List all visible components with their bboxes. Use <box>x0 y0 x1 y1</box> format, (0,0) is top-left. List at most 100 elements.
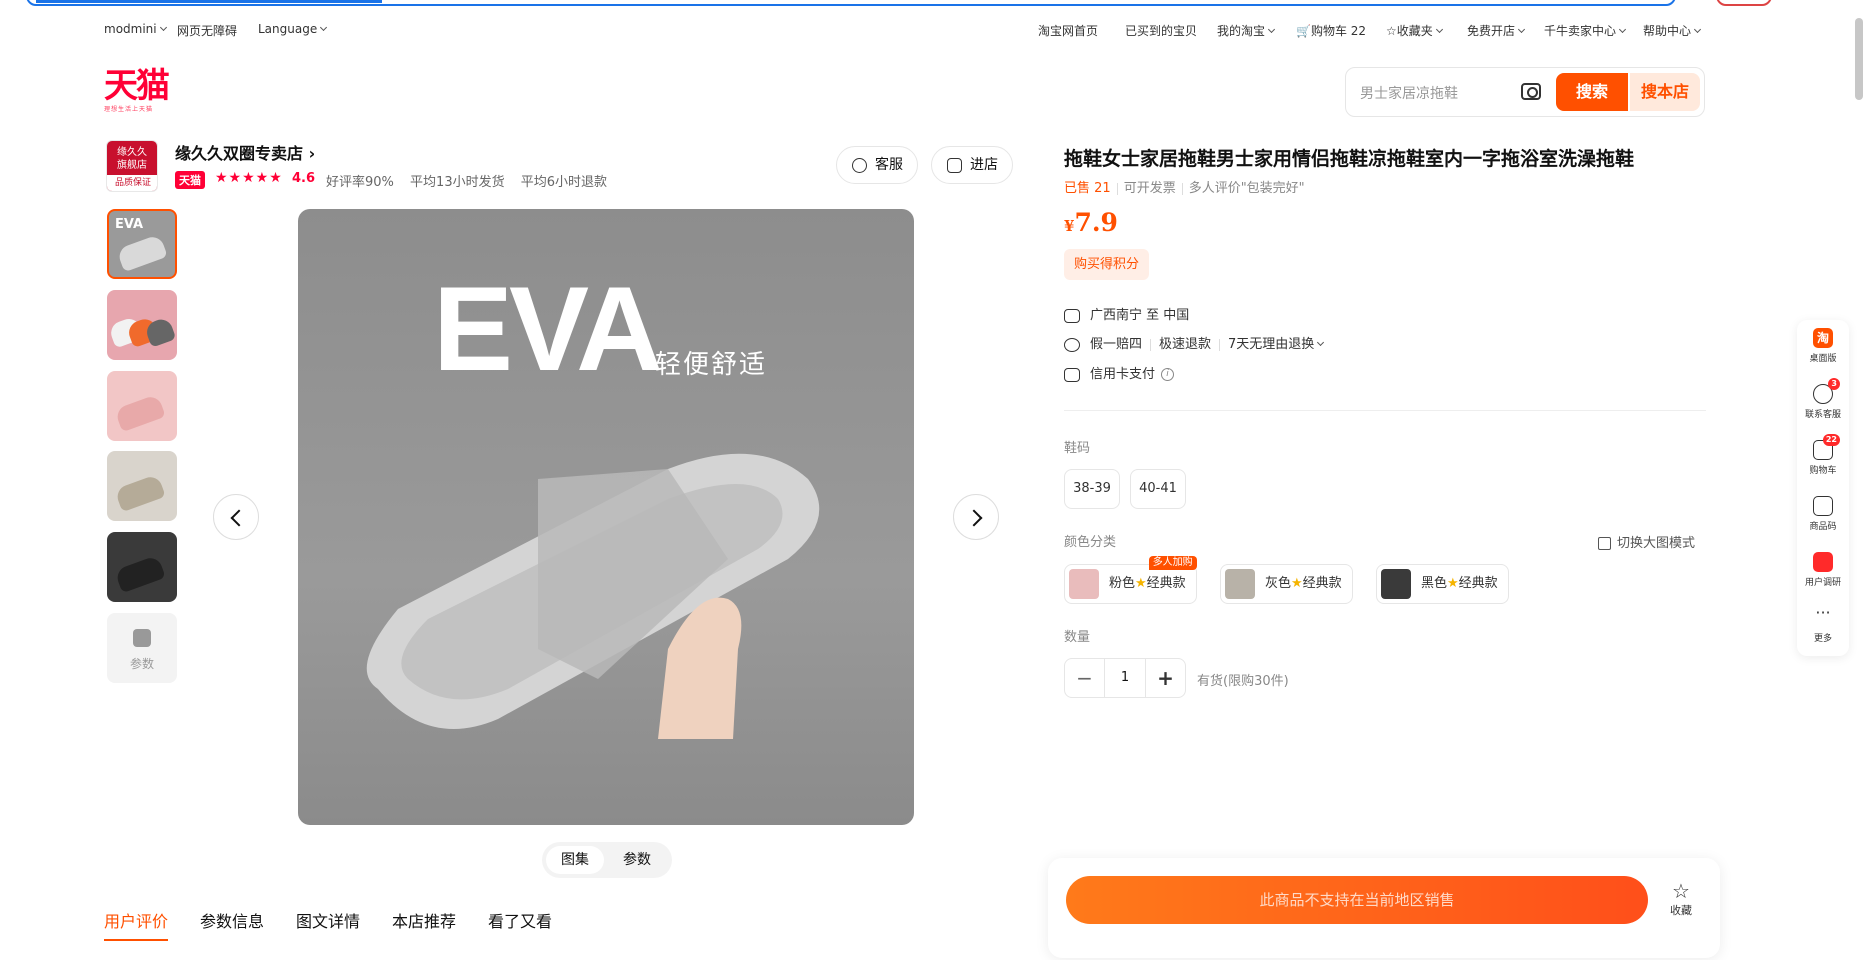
big-image-mode-toggle[interactable]: 切换大图模式 <box>1598 532 1695 551</box>
chevron-down-icon <box>1267 25 1276 34</box>
sidebar-item-label: 购物车 <box>1809 466 1837 476</box>
nav-cart[interactable]: 🛒购物车 22 <box>1296 22 1366 39</box>
shop-logo-line2: 旗舰店 <box>117 160 147 171</box>
search-input[interactable]: 男士家居凉拖鞋 <box>1360 83 1458 103</box>
shipping-row: 广西南宁 至 中国 <box>1064 306 1189 326</box>
customer-service-label: 客服 <box>875 157 903 173</box>
favorite-label: 收藏 <box>1670 904 1692 917</box>
nav-my-taobao[interactable]: 我的淘宝 <box>1217 22 1276 39</box>
color-suffix: 经典款 <box>1302 576 1342 591</box>
sidebar-cart[interactable]: 22 购物车 <box>1797 434 1849 476</box>
section-divider <box>1064 410 1706 411</box>
sidebar-item-label: 用户调研 <box>1804 578 1841 588</box>
color-swatch <box>1069 569 1099 599</box>
thumbnail-3[interactable] <box>107 371 177 441</box>
info-icon[interactable]: i <box>1161 368 1175 381</box>
tab-also-viewed[interactable]: 看了又看 <box>488 908 552 932</box>
shop-logo[interactable]: 缘久久 旗舰店 品质保证 <box>106 140 158 192</box>
quantity-label: 数量 <box>1064 630 1091 645</box>
image-eva-subtitle: 轻便舒适 <box>655 350 768 380</box>
thumbnail-eva-mark: EVA <box>115 217 144 232</box>
sidebar-desktop-version[interactable]: 淘桌面版 <box>1797 328 1849 364</box>
color-option-black[interactable]: 黑色★经典款 <box>1376 564 1509 604</box>
sidebar-survey[interactable]: 用户调研 <box>1797 552 1849 588</box>
next-image-button[interactable] <box>953 494 999 540</box>
toggle-gallery[interactable]: 图集 <box>546 846 604 874</box>
decrease-quantity-button[interactable]: − <box>1065 659 1105 697</box>
nav-bought[interactable]: 已买到的宝贝 <box>1125 22 1197 39</box>
taobao-icon: 淘 <box>1813 328 1833 348</box>
divider <box>1150 338 1152 351</box>
browser-url-bar[interactable] <box>0 0 1871 6</box>
search-shop-button[interactable]: 搜本店 <box>1630 73 1700 111</box>
sidebar-more[interactable]: ··· 更多 <box>1797 603 1849 645</box>
sidebar-item-label: 联系客服 <box>1804 410 1841 420</box>
guarantee-fast-refund: 极速退款 <box>1159 337 1212 352</box>
nav-accessibility[interactable]: 网页无障碍 <box>177 22 237 39</box>
points-badge[interactable]: 购买得积分 <box>1064 249 1150 280</box>
nav-language[interactable]: Language <box>258 22 328 36</box>
thumbnail-1[interactable]: EVA <box>107 209 177 279</box>
review-summary[interactable]: 多人评价"包装完好" <box>1189 181 1305 196</box>
favorite-button[interactable]: ☆ 收藏 <box>1656 880 1706 918</box>
tmall-logo[interactable]: 天猫 <box>104 68 170 104</box>
chevron-down-icon <box>1317 338 1325 347</box>
buy-button[interactable]: 此商品不支持在当前地区销售 <box>1066 876 1648 924</box>
quantity-input[interactable]: 1 <box>1105 659 1145 697</box>
slipper-shape <box>114 554 166 594</box>
truck-icon <box>1064 308 1080 323</box>
enter-shop-button[interactable]: 进店 <box>931 146 1013 184</box>
size-option-40-41[interactable]: 40-41 <box>1130 469 1186 509</box>
chevron-down-icon <box>1517 25 1526 34</box>
shop-logo-badge: 品质保证 <box>107 175 157 191</box>
price-value: 7.9 <box>1074 208 1118 237</box>
tab-shop-recommend[interactable]: 本店推荐 <box>392 908 456 932</box>
chevron-down-icon <box>1435 25 1443 34</box>
main-product-image: EVA 轻便舒适 <box>298 209 914 825</box>
sidebar-item-label: 商品码 <box>1809 522 1837 532</box>
size-label: 鞋码 <box>1064 441 1091 456</box>
shop-rating: 4.6 <box>292 171 316 186</box>
site-top-nav: modmini 网页无障碍 Language 淘宝网首页 已买到的宝贝 我的淘宝… <box>0 22 1871 42</box>
thumbnail-2[interactable] <box>107 290 177 360</box>
thumbnail-params[interactable]: 参数 <box>107 613 177 683</box>
page-scrollbar[interactable] <box>1855 18 1863 100</box>
grid-icon <box>1813 496 1833 516</box>
tab-reviews[interactable]: 用户评价 <box>104 908 168 932</box>
color-option-gray[interactable]: 灰色★经典款 <box>1220 564 1353 604</box>
size-option-38-39[interactable]: 38-39 <box>1064 469 1120 509</box>
color-swatch <box>1225 569 1255 599</box>
profile-avatar[interactable] <box>1716 0 1772 6</box>
nav-open-shop[interactable]: 免费开店 <box>1467 22 1526 39</box>
slipper-illustration <box>366 453 820 739</box>
prev-image-button[interactable] <box>213 494 259 540</box>
search-button[interactable]: 搜索 <box>1556 73 1628 111</box>
shop-name[interactable]: 缘久久双圈专卖店 › <box>175 140 315 164</box>
color-option-pink[interactable]: 粉色★经典款 多人加购 <box>1064 556 1197 604</box>
toggle-params[interactable]: 参数 <box>608 846 666 874</box>
nav-username[interactable]: modmini <box>104 22 167 36</box>
payment-row: 信用卡支付 i <box>1064 365 1175 385</box>
customer-service-button[interactable]: 客服 <box>836 146 918 184</box>
nav-taobao-home[interactable]: 淘宝网首页 <box>1038 22 1098 39</box>
nav-help-center[interactable]: 帮助中心 <box>1643 22 1702 39</box>
tab-params[interactable]: 参数信息 <box>200 908 264 932</box>
nav-seller-center[interactable]: 千牛卖家中心 <box>1544 22 1627 39</box>
guarantee-row[interactable]: 假一赔四 极速退款 7天无理由退换 <box>1064 335 1325 355</box>
increase-quantity-button[interactable]: + <box>1145 659 1185 697</box>
thumbnail-4[interactable] <box>107 451 177 521</box>
sidebar-product-code[interactable]: 商品码 <box>1797 496 1849 532</box>
chevron-down-icon <box>1618 25 1627 34</box>
thumbnail-5[interactable] <box>107 532 177 602</box>
camera-icon[interactable] <box>1521 83 1541 100</box>
more-icon: ··· <box>1815 603 1831 622</box>
tab-details[interactable]: 图文详情 <box>296 908 360 932</box>
nav-favorites[interactable]: ☆收藏夹 <box>1386 22 1443 39</box>
color-label: 颜色分类 <box>1064 535 1117 550</box>
credit-card-icon <box>1064 367 1080 382</box>
grid-icon <box>1598 537 1611 550</box>
gallery-toggle: 图集 参数 <box>542 842 672 878</box>
divider <box>1219 338 1221 351</box>
payment-method: 信用卡支付 <box>1090 367 1156 382</box>
sidebar-contact-service[interactable]: 3 联系客服 <box>1797 378 1849 420</box>
